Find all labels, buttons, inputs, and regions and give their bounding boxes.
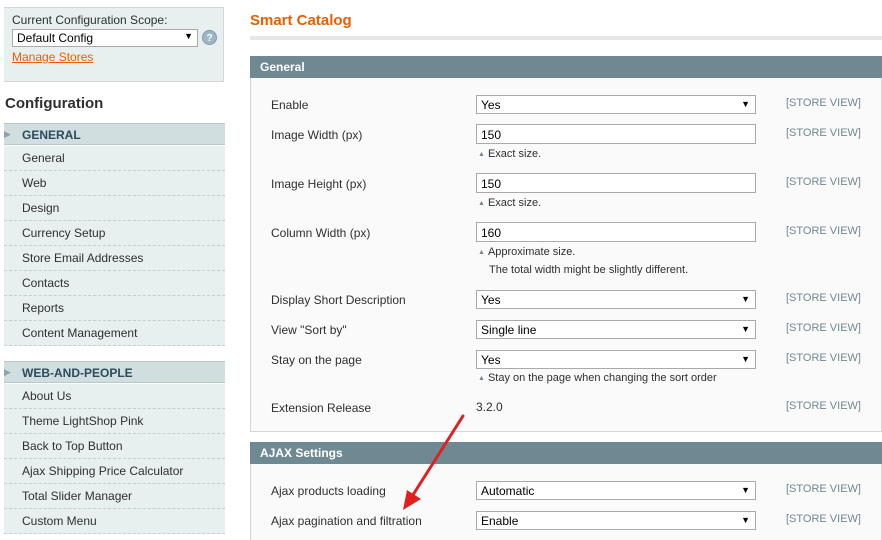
note-text: Exact size. — [487, 197, 542, 209]
ajax-products-loading-select[interactable]: Automatic ▼ — [476, 481, 756, 500]
chevron-down-icon: ▼ — [741, 324, 750, 334]
field-label-enable: Enable — [271, 98, 309, 112]
select-value: Yes — [481, 293, 501, 307]
annotation-arrow-icon — [403, 414, 465, 510]
scope-select-value: Default Config — [17, 31, 94, 45]
note-arrow-icon: ▲ — [478, 200, 485, 207]
ajax-pagination-select[interactable]: Enable ▼ — [476, 511, 756, 530]
sidebar-item-theme-lightshop-pink[interactable]: Theme LightShop Pink — [4, 409, 225, 434]
section-title: General — [260, 60, 305, 74]
note-text: Exact size. — [487, 148, 542, 160]
view-sort-by-select[interactable]: Single line ▼ — [476, 320, 756, 339]
sidebar-item-custom-menu[interactable]: Custom Menu — [4, 509, 225, 534]
title-divider — [250, 36, 882, 40]
note-arrow-icon: ▲ — [478, 375, 485, 382]
group-title: GENERAL — [22, 128, 81, 142]
annotation-arrow-head — [403, 490, 421, 510]
extension-release-value: 3.2.0 — [476, 400, 503, 414]
enable-select-value: Yes — [481, 98, 501, 112]
select-value: Automatic — [481, 484, 535, 498]
group-spacer — [4, 346, 225, 361]
section-header-ajax-settings[interactable]: AJAX Settings — [250, 442, 882, 464]
chevron-down-icon: ▼ — [741, 515, 750, 525]
sidebar-item-total-slider-manager[interactable]: Total Slider Manager — [4, 484, 225, 509]
triangle-right-icon: ▶ — [4, 367, 11, 377]
field-label-column-width: Column Width (px) — [271, 226, 371, 240]
chevron-down-icon: ▼ — [741, 485, 750, 495]
field-label-extension-release: Extension Release — [271, 401, 372, 415]
note-arrow-icon: ▲ — [478, 151, 485, 158]
enable-select[interactable]: Yes ▼ — [476, 95, 756, 114]
select-value: Yes — [481, 353, 501, 367]
group-web-and-people[interactable]: ▶ WEB-AND-PEOPLE — [4, 361, 225, 383]
field-note: ▲ Stay on the page when changing the sort… — [478, 372, 717, 384]
chevron-down-icon: ▼ — [741, 294, 750, 304]
stay-on-page-select[interactable]: Yes ▼ — [476, 350, 756, 369]
chevron-down-icon: ▼ — [741, 99, 750, 109]
note-text: Approximate size. — [487, 246, 576, 258]
sidebar-item-ajax-shipping-price-calculator[interactable]: Ajax Shipping Price Calculator — [4, 459, 225, 484]
config-title: Configuration — [0, 84, 225, 122]
note-arrow-icon: ▲ — [478, 249, 485, 256]
section-title: AJAX Settings — [260, 446, 343, 460]
field-note: ▲ Approximate size. — [478, 246, 575, 258]
field-note: ▲ Exact size. — [478, 197, 541, 209]
image-width-input[interactable]: 150 — [476, 124, 756, 144]
scope-indicator: [STORE VIEW] — [786, 322, 861, 334]
field-note: ▲ Exact size. — [478, 148, 541, 160]
scope-indicator: [STORE VIEW] — [786, 513, 861, 525]
help-icon[interactable]: ? — [202, 30, 217, 45]
column-width-input[interactable]: 160 — [476, 222, 756, 242]
annotation-arrow-shaft — [409, 414, 465, 500]
sidebar-item-back-to-top-button[interactable]: Back to Top Button — [4, 434, 225, 459]
sidebar-item-content-management[interactable]: Content Management — [4, 321, 225, 346]
sidebar-item-store-email-addresses[interactable]: Store Email Addresses — [4, 246, 225, 271]
scope-indicator: [STORE VIEW] — [786, 176, 861, 188]
field-label-stay-on-page: Stay on the page — [271, 353, 362, 367]
triangle-right-icon: ▶ — [4, 129, 11, 139]
scope-select[interactable]: Default Config ▼ — [12, 29, 198, 47]
chevron-down-icon: ▼ — [184, 31, 193, 41]
group-web-and-people-list: About Us Theme LightShop Pink Back to To… — [4, 384, 225, 534]
field-label-ajax-pagination: Ajax pagination and filtration — [271, 514, 422, 528]
scope-indicator: [STORE VIEW] — [786, 127, 861, 139]
display-short-description-select[interactable]: Yes ▼ — [476, 290, 756, 309]
page-title: Smart Catalog — [250, 12, 352, 29]
group-general-list: General Web Design Currency Setup Store … — [4, 146, 225, 346]
scope-indicator: [STORE VIEW] — [786, 225, 861, 237]
note-text: Stay on the page when changing the sort … — [487, 372, 717, 384]
field-label-view-sort-by: View "Sort by" — [271, 323, 347, 337]
sidebar-item-reports[interactable]: Reports — [4, 296, 225, 321]
image-height-input[interactable]: 150 — [476, 173, 756, 193]
left-column: Current Configuration Scope: Default Con… — [0, 0, 225, 540]
field-label-image-height: Image Height (px) — [271, 177, 367, 191]
scope-indicator: [STORE VIEW] — [786, 352, 861, 364]
scope-label: Current Configuration Scope: — [12, 13, 168, 27]
sidebar-item-contacts[interactable]: Contacts — [4, 271, 225, 296]
scope-indicator: [STORE VIEW] — [786, 400, 861, 412]
field-note-secondary: The total width might be slightly differ… — [489, 264, 689, 276]
select-value: Single line — [481, 323, 537, 337]
sidebar-item-design[interactable]: Design — [4, 196, 225, 221]
sidebar-item-about-us[interactable]: About Us — [4, 384, 225, 409]
manage-stores-link[interactable]: Manage Stores — [12, 50, 93, 64]
scope-indicator: [STORE VIEW] — [786, 483, 861, 495]
field-label-display-short-description: Display Short Description — [271, 293, 406, 307]
chevron-down-icon: ▼ — [741, 354, 750, 364]
field-label-ajax-products-loading: Ajax products loading — [271, 484, 386, 498]
select-value: Enable — [481, 514, 519, 528]
scope-indicator: [STORE VIEW] — [786, 292, 861, 304]
sidebar-item-web[interactable]: Web — [4, 171, 225, 196]
group-general[interactable]: ▶ GENERAL — [4, 123, 225, 145]
scope-indicator: [STORE VIEW] — [786, 97, 861, 109]
sidebar-item-currency-setup[interactable]: Currency Setup — [4, 221, 225, 246]
group-title: WEB-AND-PEOPLE — [22, 366, 133, 380]
section-header-general[interactable]: General — [250, 56, 882, 78]
field-label-image-width: Image Width (px) — [271, 128, 363, 142]
sidebar-item-general[interactable]: General — [4, 146, 225, 171]
